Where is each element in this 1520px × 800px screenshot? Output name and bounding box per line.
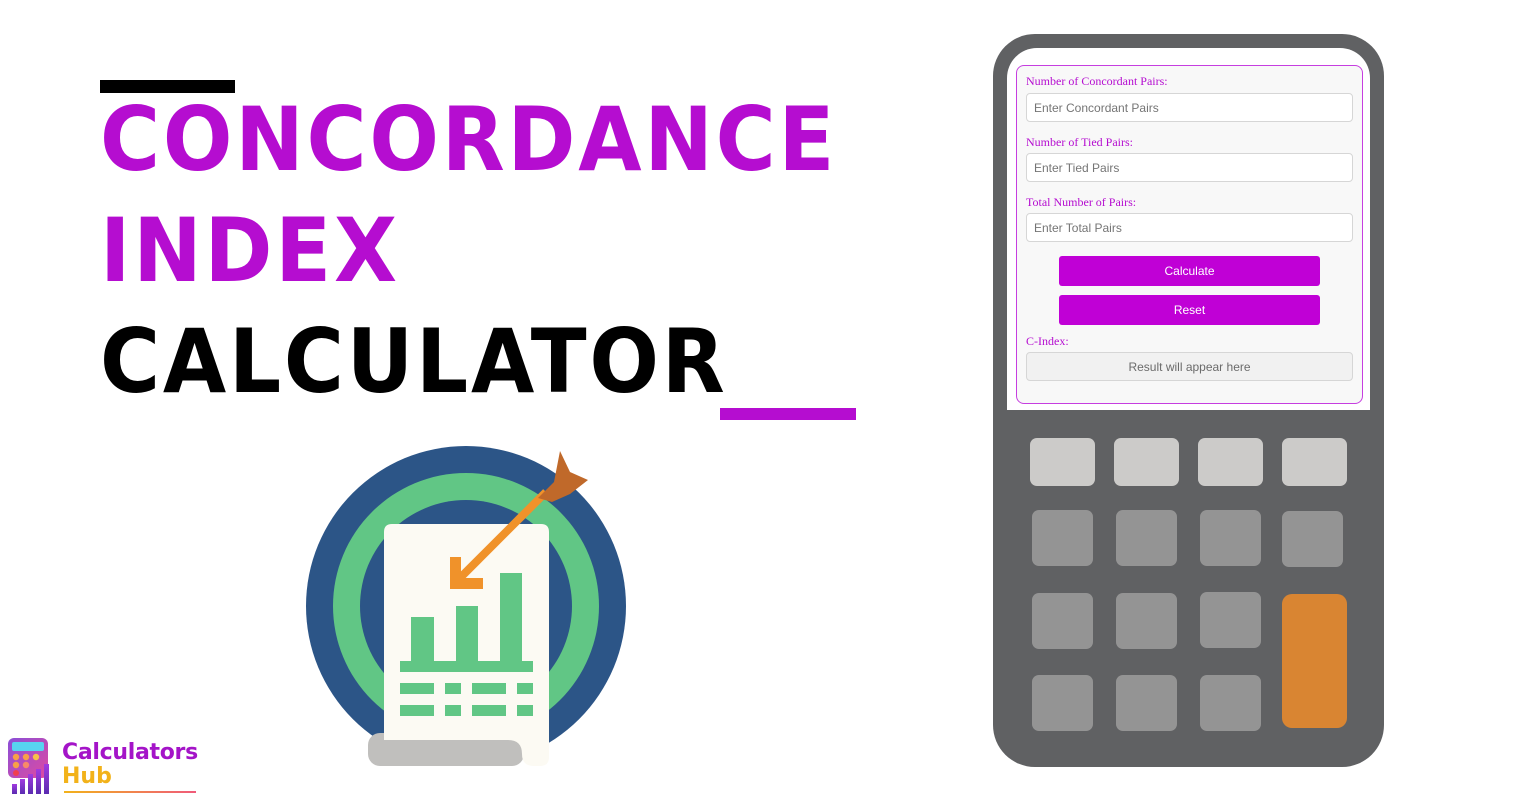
- table-cell: [517, 705, 533, 716]
- title-line-1: CONCORDANCE: [100, 88, 838, 191]
- chart-baseline: [400, 661, 533, 672]
- table-cell: [445, 705, 461, 716]
- title-bottom-bar: [720, 408, 856, 420]
- tied-pairs-label: Number of Tied Pairs:: [1026, 135, 1134, 149]
- reset-button[interactable]: Reset: [1059, 295, 1320, 325]
- calculator-key: [1200, 675, 1261, 731]
- table-cell: [517, 683, 533, 694]
- calculator-key: [1116, 510, 1177, 566]
- calculator-key: [1200, 592, 1261, 648]
- title-line-3: CALCULATOR: [100, 310, 728, 413]
- tied-pairs-input[interactable]: [1026, 153, 1353, 182]
- calculator-key: [1198, 438, 1263, 486]
- calculator-key-equals: [1282, 594, 1347, 728]
- calculator-key: [1200, 510, 1261, 566]
- chart-bar-1: [411, 617, 434, 662]
- logo-text-hub: Hub: [62, 764, 112, 789]
- logo-calculator-icon: [8, 738, 49, 794]
- table-cell: [400, 705, 434, 716]
- c-index-form: Number of Concordant Pairs: Number of Ti…: [1016, 65, 1363, 404]
- calculator-key: [1282, 511, 1343, 567]
- calculator-key: [1116, 675, 1177, 731]
- title-line-2: INDEX: [100, 199, 400, 302]
- calculator-key: [1282, 438, 1347, 486]
- logo-underline: [64, 791, 196, 793]
- calculators-hub-logo[interactable]: Calculators Hub: [6, 736, 198, 798]
- chart-bar-2: [456, 606, 478, 662]
- table-cell: [472, 683, 506, 694]
- concordant-pairs-input[interactable]: [1026, 93, 1353, 122]
- calculator-key: [1114, 438, 1179, 486]
- calculator-key: [1032, 510, 1093, 566]
- calculator-key: [1030, 438, 1095, 486]
- calculator-key: [1116, 593, 1177, 649]
- c-index-result: Result will appear here: [1026, 352, 1353, 381]
- chart-bar-3: [500, 573, 522, 662]
- table-cell: [445, 683, 461, 694]
- calculate-button[interactable]: Calculate: [1059, 256, 1320, 286]
- concordant-pairs-label: Number of Concordant Pairs:: [1026, 74, 1168, 88]
- table-cell: [400, 683, 434, 694]
- target-report-chart-icon: [306, 446, 626, 766]
- table-cell: [472, 705, 506, 716]
- total-pairs-input[interactable]: [1026, 213, 1353, 242]
- c-index-label: C-Index:: [1026, 334, 1069, 348]
- calculator-key: [1032, 593, 1093, 649]
- logo-text-calculators: Calculators: [62, 740, 198, 765]
- calculator-key: [1032, 675, 1093, 731]
- total-pairs-label: Total Number of Pairs:: [1026, 195, 1137, 209]
